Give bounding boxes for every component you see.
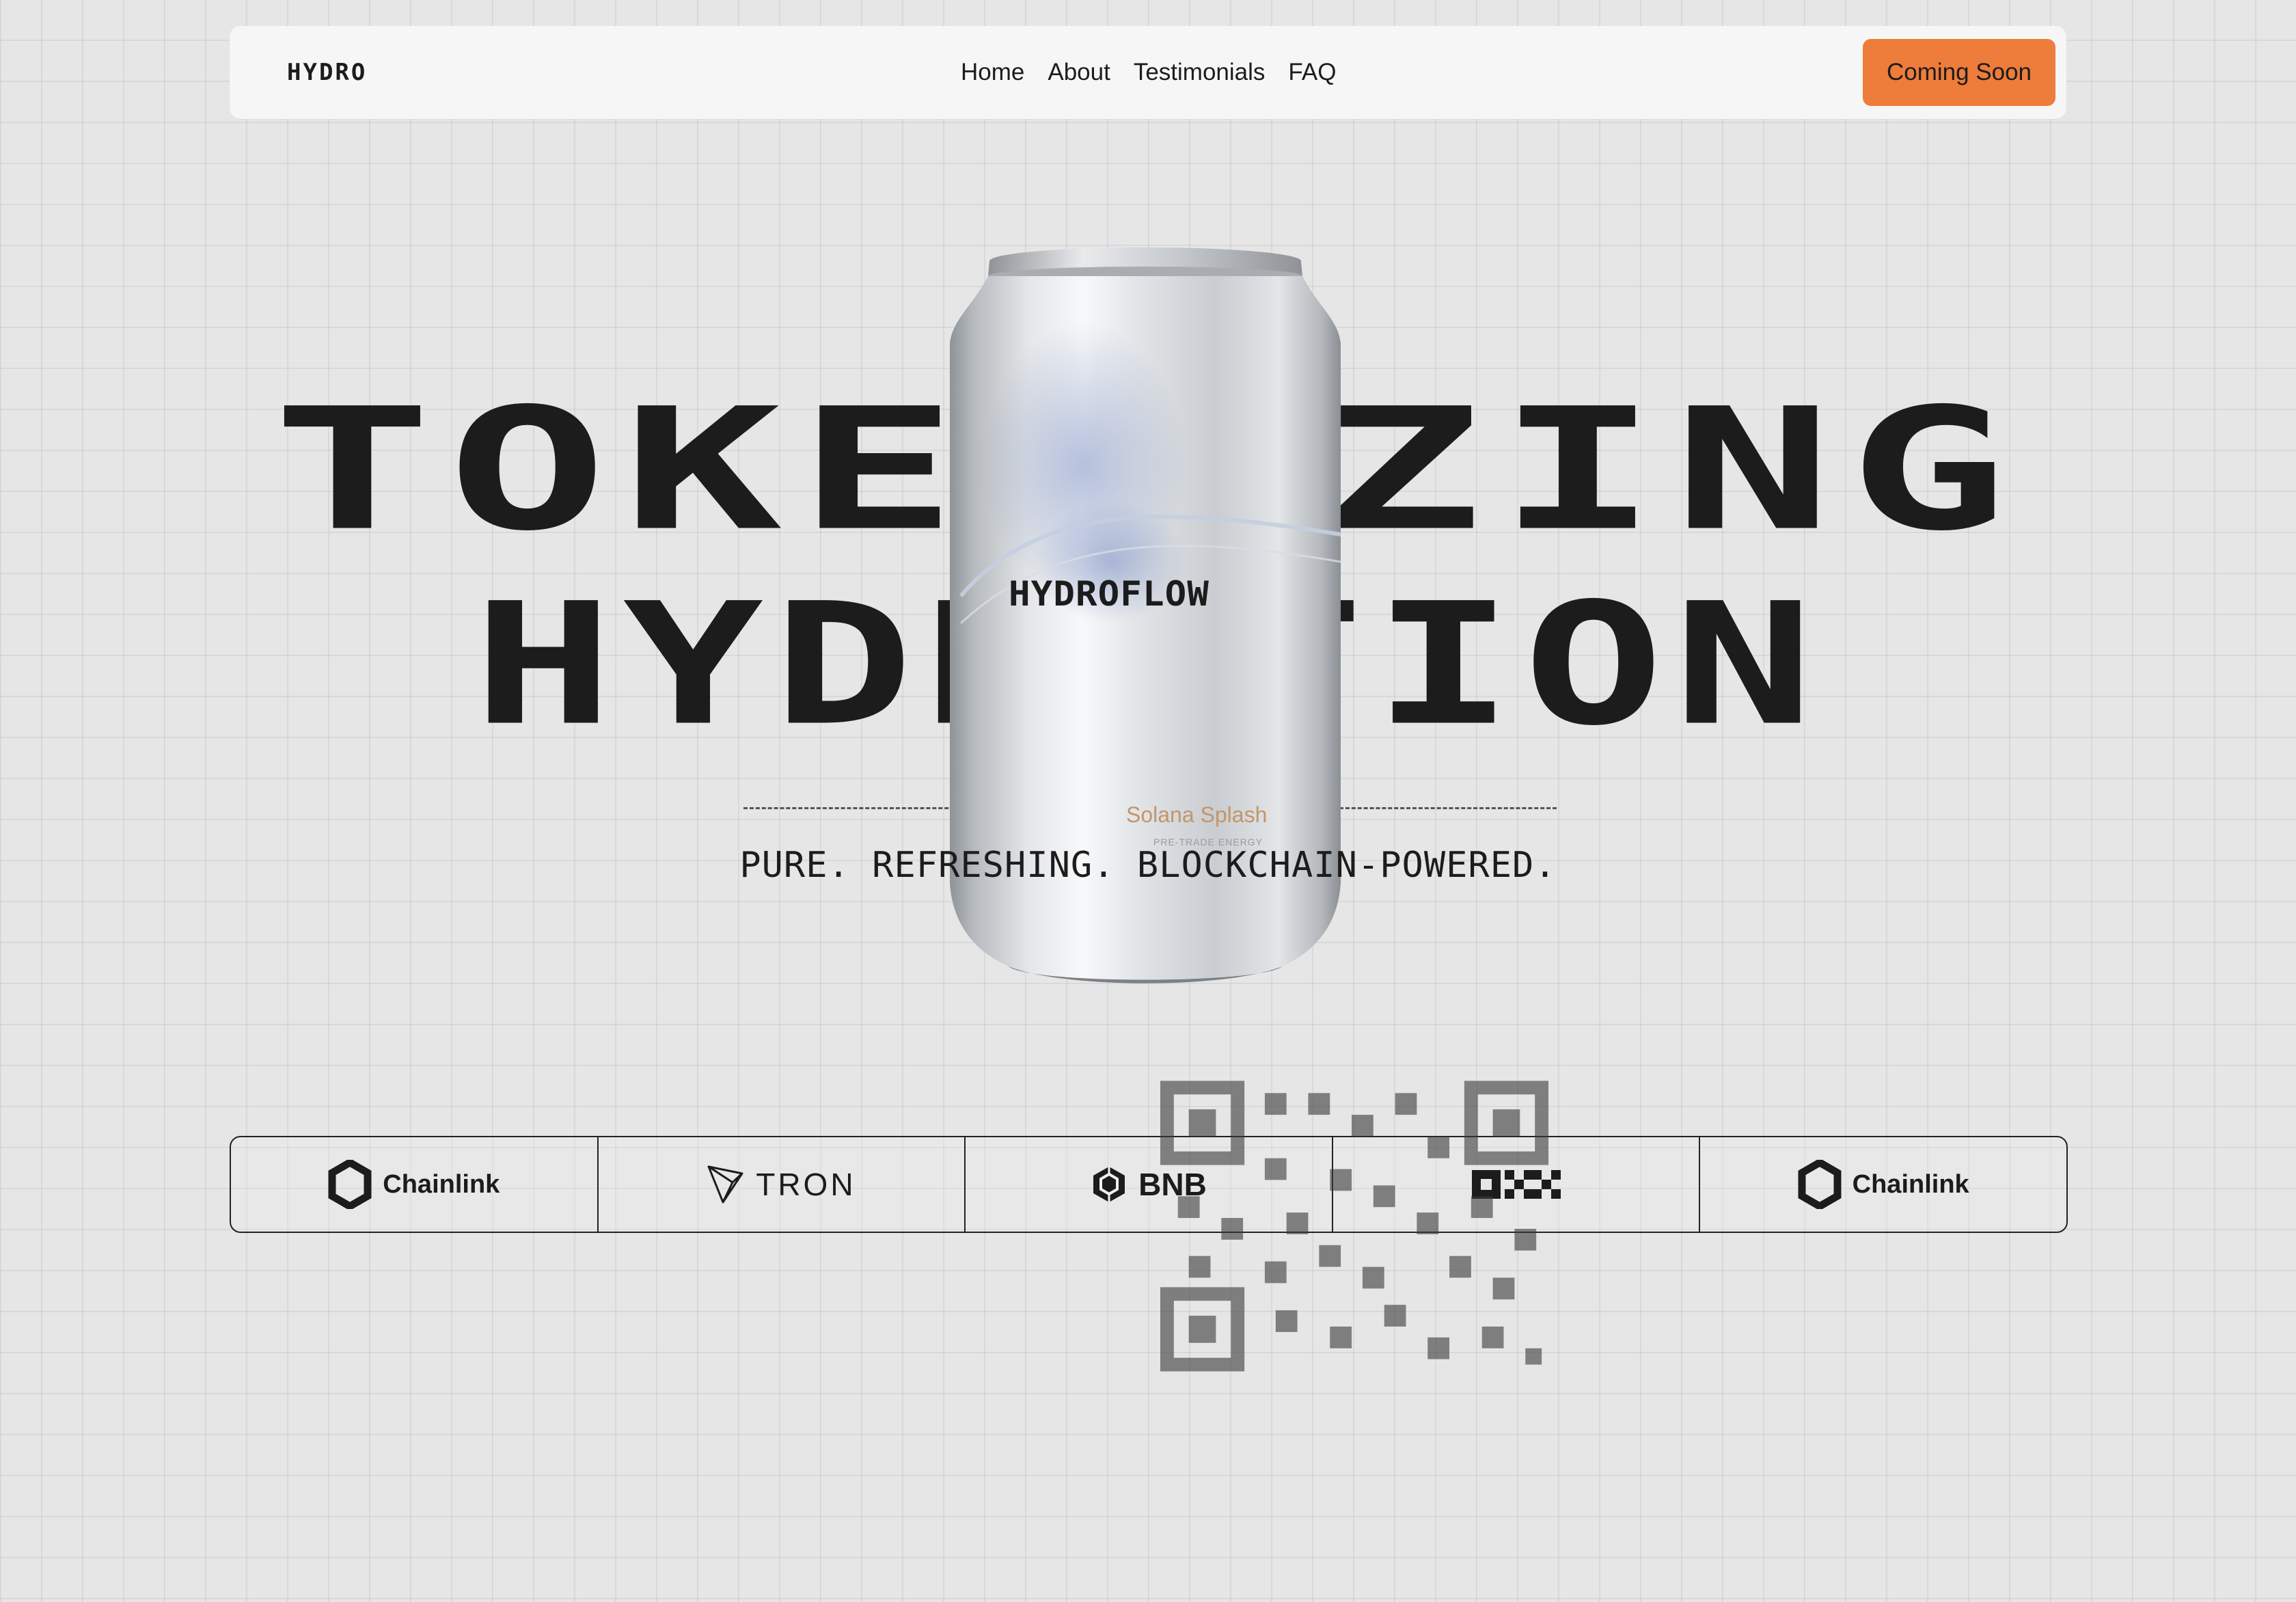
partner-name: TRON <box>756 1167 856 1202</box>
nav-link-testimonials[interactable]: Testimonials <box>1134 59 1266 86</box>
partner-chainlink[interactable]: Chainlink <box>231 1137 599 1232</box>
partner-tron[interactable]: TRON <box>599 1137 966 1232</box>
site-logo[interactable]: HYDRO <box>287 59 367 86</box>
bnb-icon <box>1091 1165 1128 1204</box>
can-flavor-label: Solana Splash <box>1126 802 1268 827</box>
partner-chainlink-2[interactable]: Chainlink <box>1700 1137 2066 1232</box>
coming-soon-button[interactable]: Coming Soon <box>1863 39 2055 106</box>
chainlink-icon <box>1798 1160 1842 1209</box>
qr-code-icon <box>1160 1081 1549 1372</box>
tron-icon <box>707 1165 745 1204</box>
navbar: HYDRO Home About Testimonials FAQ Coming… <box>230 26 2066 119</box>
nav-link-about[interactable]: About <box>1048 59 1110 86</box>
divider-left <box>743 807 961 809</box>
can-brand-label: HYDROFLOW <box>1009 574 1210 614</box>
partners-strip: Chainlink TRON BNB Chainlink <box>230 1136 2068 1233</box>
nav-link-home[interactable]: Home <box>961 59 1024 86</box>
nav-links: Home About Testimonials FAQ <box>961 59 1336 86</box>
chainlink-icon <box>328 1160 372 1209</box>
partner-name: Chainlink <box>383 1169 500 1199</box>
partner-name: Chainlink <box>1852 1169 1969 1199</box>
hero-tagline: PURE. REFRESHING. BLOCKCHAIN-POWERED. <box>739 845 1557 886</box>
divider-right <box>1339 807 1557 809</box>
nav-link-faq[interactable]: FAQ <box>1288 59 1336 86</box>
